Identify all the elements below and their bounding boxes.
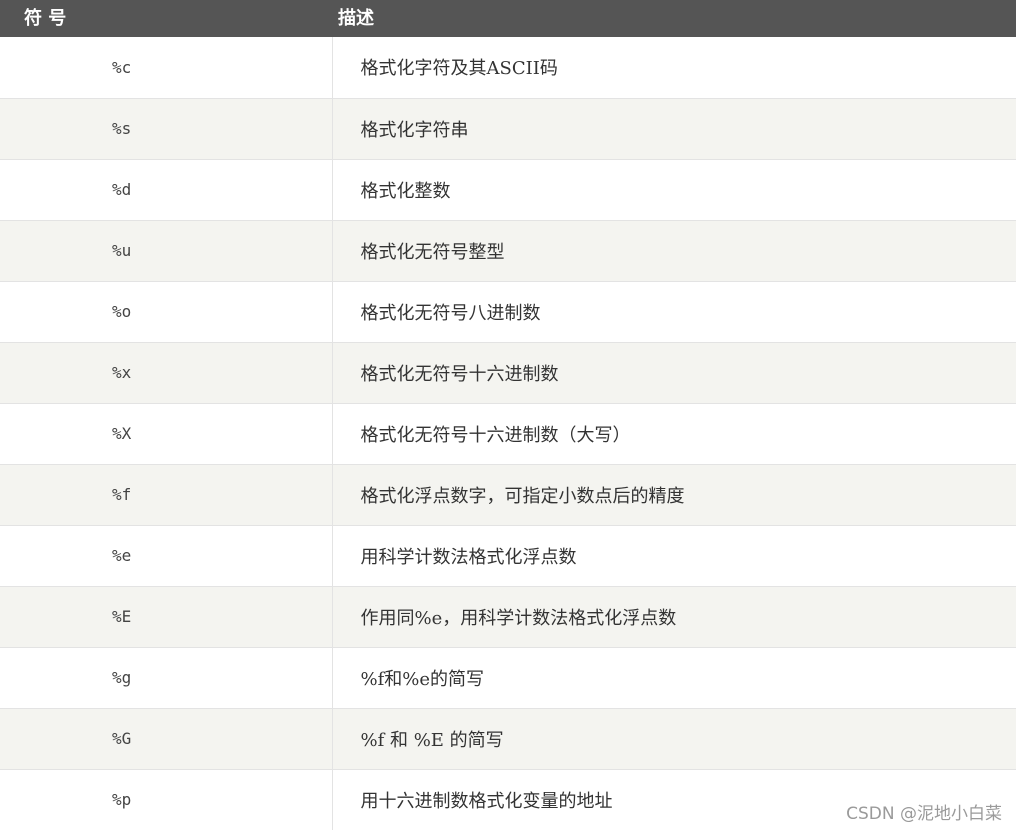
table-row: %G %f 和 %E 的简写 (0, 708, 1016, 770)
page: 符 号 描述 %c 格式化字符及其ASCII码 %s 格式化字符串 %d 格式化… (0, 0, 1016, 830)
symbol-cell: %p (0, 769, 333, 830)
table-row: %u 格式化无符号整型 (0, 220, 1016, 282)
table-header: 符 号 描述 (0, 0, 1016, 37)
description-cell: %f和%e的简写 (332, 647, 1016, 709)
symbol-cell: %s (0, 98, 333, 160)
description-cell: %f 和 %E 的简写 (332, 708, 1016, 770)
table-body: %c 格式化字符及其ASCII码 %s 格式化字符串 %d 格式化整数 %u 格… (0, 37, 1016, 830)
symbol-cell: %G (0, 708, 333, 770)
symbol-cell: %c (0, 37, 333, 99)
symbol-cell: %g (0, 647, 333, 709)
table-row: %c 格式化字符及其ASCII码 (0, 37, 1016, 99)
header-symbol: 符 号 (24, 8, 67, 29)
table-row: %o 格式化无符号八进制数 (0, 281, 1016, 343)
description-cell: 格式化浮点数字，可指定小数点后的精度 (332, 464, 1016, 526)
csdn-watermark: CSDN @泥地小白菜 (846, 804, 1002, 824)
table-row: %e 用科学计数法格式化浮点数 (0, 525, 1016, 587)
description-cell: 作用同%e，用科学计数法格式化浮点数 (332, 586, 1016, 648)
header-description: 描述 (338, 8, 374, 29)
header-row: 符 号 描述 (0, 0, 1016, 37)
table-row: %s 格式化字符串 (0, 98, 1016, 160)
symbol-cell: %f (0, 464, 333, 526)
symbol-cell: %o (0, 281, 333, 343)
symbol-cell: %e (0, 525, 333, 587)
table-row: %X 格式化无符号十六进制数（大写） (0, 403, 1016, 465)
description-cell: 用科学计数法格式化浮点数 (332, 525, 1016, 587)
description-cell: 格式化整数 (332, 159, 1016, 221)
symbol-cell: %E (0, 586, 333, 648)
symbol-cell: %u (0, 220, 333, 282)
format-specifier-table: 符 号 描述 %c 格式化字符及其ASCII码 %s 格式化字符串 %d 格式化… (0, 0, 1016, 830)
table-row: %x 格式化无符号十六进制数 (0, 342, 1016, 404)
table-row: %g %f和%e的简写 (0, 647, 1016, 709)
description-cell: 格式化无符号十六进制数 (332, 342, 1016, 404)
symbol-cell: %x (0, 342, 333, 404)
table-row: %E 作用同%e，用科学计数法格式化浮点数 (0, 586, 1016, 648)
description-cell: 格式化无符号八进制数 (332, 281, 1016, 343)
symbol-cell: %d (0, 159, 333, 221)
description-cell: 格式化字符及其ASCII码 (332, 37, 1016, 99)
description-cell: 格式化无符号整型 (332, 220, 1016, 282)
table-row: %f 格式化浮点数字，可指定小数点后的精度 (0, 464, 1016, 526)
description-cell: 格式化无符号十六进制数（大写） (332, 403, 1016, 465)
symbol-cell: %X (0, 403, 333, 465)
table-row: %d 格式化整数 (0, 159, 1016, 221)
description-cell: 格式化字符串 (332, 98, 1016, 160)
